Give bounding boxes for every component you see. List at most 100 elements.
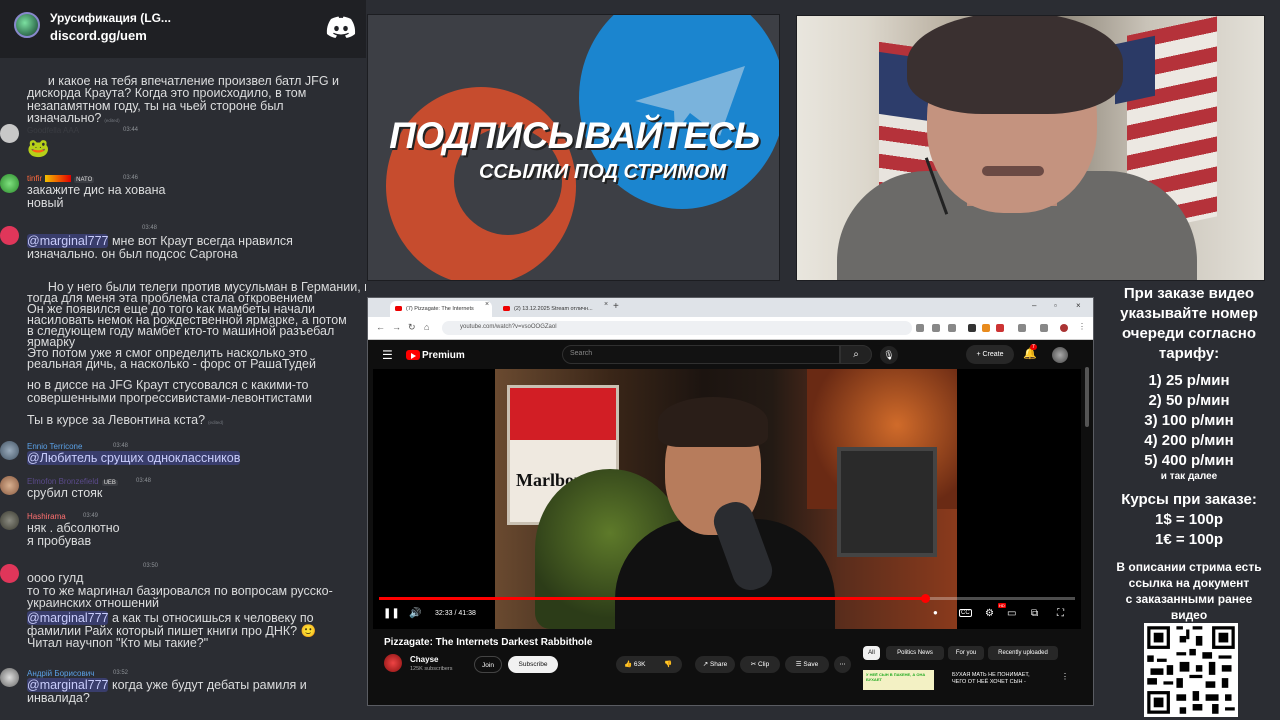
save-button[interactable]: ☰ Save (785, 656, 829, 673)
video-frame: Marlboro (495, 369, 957, 629)
share-button[interactable]: ↗ Share (695, 656, 735, 673)
autoplay-toggle-icon[interactable]: ● (933, 608, 938, 617)
youtube-play-glyph (411, 352, 416, 359)
pricing-header-line: указывайте номер (1120, 305, 1258, 322)
subtitles-icon[interactable]: CC (959, 609, 972, 617)
back-icon[interactable]: ← (376, 322, 385, 332)
message-text: закажите дис на хована новый (27, 183, 166, 210)
zoom-icon[interactable] (916, 324, 924, 332)
server-invite: discord.gg/uem (50, 28, 147, 43)
install-icon[interactable] (932, 324, 940, 332)
pause-icon[interactable]: ❚❚ (383, 608, 400, 619)
message-text: @marginal777 когда уже будут дебаты рами… (27, 678, 307, 705)
message-text: срубил стояк (27, 486, 103, 500)
hd-badge: HD (998, 603, 1006, 608)
description-line: видео (1170, 608, 1208, 622)
microphone-icon[interactable]: 🎙 (880, 346, 898, 364)
chip-politics-news[interactable]: Politics News (886, 646, 944, 660)
fullscreen-icon[interactable]: ⛶ (1057, 608, 1064, 619)
more-actions-button[interactable]: ⋯ (834, 656, 851, 673)
message-time: 03:50 (143, 563, 159, 569)
pricing-tier: 4) 200 р/мин (1144, 432, 1234, 449)
menu-kebab-icon[interactable]: ⋮ (1078, 322, 1086, 331)
channel-name[interactable]: Chayse (410, 655, 438, 664)
subscribe-button[interactable]: Subscribe (508, 656, 558, 673)
pricing-header-line: очереди согласно (1121, 325, 1257, 342)
youtube-premium-label[interactable]: Premium (422, 350, 465, 361)
role-badge: UEB (101, 480, 118, 486)
search-placeholder: Search (570, 350, 593, 357)
account-avatar[interactable] (1052, 347, 1068, 363)
volume-icon[interactable]: 🔊 (409, 608, 421, 619)
server-name: Урусификация (LG... (50, 11, 171, 25)
recommended-thumbnail-text: У НЕЁ СЫН В ПАКЕНЕ, А ОНА БУХАЕТ (866, 672, 926, 682)
miniplayer-icon[interactable]: ▭ (1007, 608, 1016, 619)
user-avatar (0, 564, 19, 583)
clip-button[interactable]: ✂ Clip (740, 656, 780, 673)
message-text: няк . абсолютно я пробував (27, 521, 120, 548)
youtube-page: ☰ Premium Search ⌕ 🎙 + Create 🔔 7 Marlbo… (368, 341, 1093, 705)
search-icon[interactable]: ⌕ (840, 345, 872, 364)
chip-recently-uploaded[interactable]: Recently uploaded (988, 646, 1058, 660)
join-button[interactable]: Join (474, 656, 502, 673)
tab-label: (2) 13.12.2025 Stream отличн... (514, 306, 593, 312)
extension-icon[interactable] (996, 324, 1004, 332)
page-scrollbar[interactable] (1085, 367, 1089, 427)
message-text: но в диссе на JFG Краут стусовался с как… (27, 378, 313, 405)
chip-all[interactable]: All (863, 646, 880, 660)
rate-line: 1€ = 100р (1155, 531, 1223, 548)
pricing-tier: 5) 400 р/мин (1144, 452, 1234, 469)
minimize-icon[interactable]: – (1032, 301, 1036, 310)
poster-red-band (510, 388, 616, 440)
tab-stream[interactable]: (2) 13.12.2025 Stream отличн... (498, 301, 608, 317)
sidebar-icon[interactable] (1040, 324, 1048, 332)
recommended-menu-icon[interactable]: ⋮ (1061, 672, 1069, 681)
create-button[interactable]: + Create (966, 345, 1014, 364)
recommended-video-title[interactable]: БУХАЯ МАТЬ НЕ ПОНИМАЕТ, ЧЕГО ОТ НЕЁ ХОЧЕ… (952, 672, 1030, 686)
maximize-icon[interactable]: ▫ (1054, 301, 1057, 310)
profile-avatar-icon[interactable] (1060, 324, 1068, 332)
message-time: 03:49 (83, 513, 99, 519)
cast-icon[interactable]: ⧉ (1031, 608, 1038, 619)
close-window-icon[interactable]: × (1076, 301, 1081, 310)
tab-pizzagate[interactable]: (7) Pizzagate: The Internets (390, 301, 492, 317)
description-line: с заказанными ранее (1125, 592, 1253, 606)
notification-count-badge: 7 (1030, 344, 1037, 350)
edited-marker: (edited) (104, 118, 120, 123)
search-input[interactable] (562, 345, 840, 364)
dislike-icon[interactable]: 👎 (664, 656, 672, 673)
close-tab-icon[interactable]: × (604, 301, 608, 308)
extensions-puzzle-icon[interactable] (1018, 324, 1026, 332)
channel-avatar[interactable] (384, 654, 402, 672)
youtube-favicon-icon (395, 306, 402, 311)
home-icon[interactable]: ⌂ (424, 322, 429, 332)
hamburger-menu-icon[interactable]: ☰ (382, 348, 393, 362)
reload-icon[interactable]: ↻ (408, 322, 416, 333)
message-time: 03:48 (113, 443, 129, 449)
order-pricing-panel: При заказе видео указывайте номер очеред… (1098, 282, 1280, 720)
username: tinfir NATO (27, 174, 95, 183)
username: Goodfella AAA (27, 126, 80, 135)
address-bar: ← → ↻ ⌂ youtube.com/watch?v=vsoOOGZaol ⋮ (368, 317, 1093, 340)
new-tab-icon[interactable]: + (613, 301, 619, 312)
close-tab-icon[interactable]: × (485, 301, 489, 308)
video-background-monitor (837, 447, 937, 557)
settings-gear-icon[interactable]: ⚙ (985, 608, 994, 619)
bookmark-star-icon[interactable] (948, 324, 956, 332)
message-text: Но у него были телеги против мусульман в… (27, 280, 366, 371)
pricing-header-line: тарифу: (1158, 345, 1220, 362)
chip-for-you[interactable]: For you (948, 646, 984, 660)
message-text: Ты в курсе за Левонтина кста? (edited) (27, 413, 224, 427)
progress-fill (379, 597, 926, 600)
user-mention[interactable]: @Любитель срущих одноклассников (27, 451, 241, 465)
streamer-mouth (982, 166, 1044, 176)
video-player[interactable]: Marlboro ❚❚ 🔊 32:33 / 41:38 ● CC ⚙ HD ▭ … (373, 369, 1081, 629)
extension-icon[interactable] (982, 324, 990, 332)
forward-icon[interactable]: → (392, 322, 401, 332)
streamer-webcam (796, 15, 1265, 281)
like-button[interactable]: 👍 63K 👎 (616, 656, 682, 673)
user-avatar (0, 226, 19, 245)
pricing-header-line: При заказе видео (1123, 285, 1255, 302)
extension-icon[interactable] (968, 324, 976, 332)
time-display: 32:33 / 41:38 (435, 610, 476, 617)
